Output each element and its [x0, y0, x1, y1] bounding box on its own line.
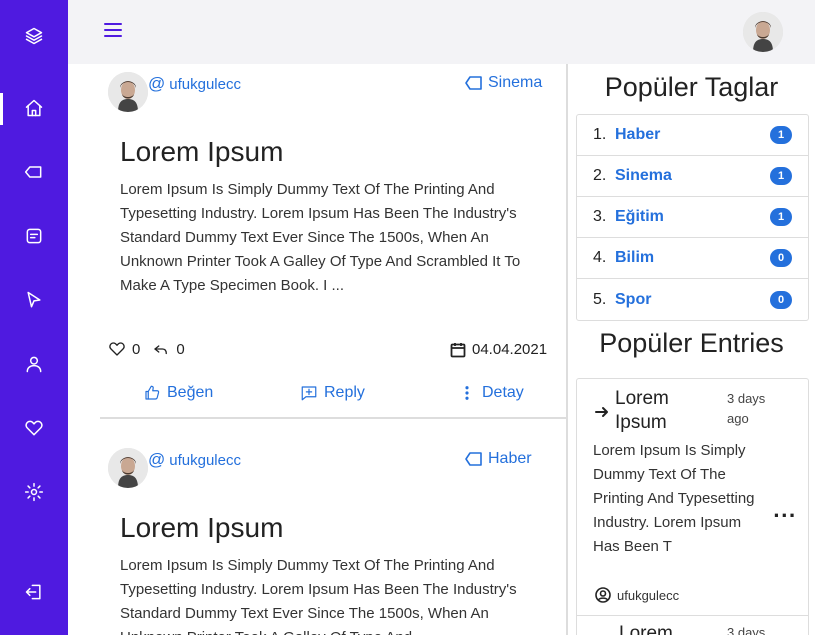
like-label: Beğen [167, 384, 214, 401]
entry-author[interactable]: ufukgulecc [595, 587, 679, 603]
cursor-icon[interactable] [22, 288, 46, 312]
post-divider [100, 417, 566, 419]
logout-icon[interactable] [22, 580, 46, 604]
count-badge: 0 [770, 290, 792, 309]
like-button[interactable]: Beğen [143, 384, 213, 402]
home-icon[interactable] [22, 96, 46, 120]
entry-title-text[interactable]: Lorem Ipsum [615, 387, 715, 435]
layers-icon[interactable] [22, 24, 46, 48]
hamburger-icon[interactable] [102, 19, 124, 41]
rank: 2. [593, 167, 607, 184]
heart-icon[interactable] [108, 340, 126, 358]
list-item[interactable]: 1. Haber 1 [577, 115, 808, 156]
entry-time: 3 days ago [727, 391, 766, 426]
popular-tags-title: Popüler Taglar [604, 72, 779, 102]
tag-name[interactable]: Bilim [615, 249, 770, 267]
post-tag[interactable]: Sinema [465, 74, 542, 92]
count-badge: 1 [770, 167, 792, 185]
count-badge: 1 [770, 126, 792, 144]
count-badge: 1 [770, 208, 792, 226]
reply-arrow-icon [154, 345, 168, 355]
more-options-icon[interactable]: ... [773, 501, 797, 522]
entry-time: 3 days [727, 625, 766, 635]
post-stats: 0 0 [108, 340, 185, 358]
list-item[interactable]: 4. Bilim 0 [577, 238, 808, 279]
count-badge: 0 [770, 249, 792, 267]
sidebar [0, 0, 68, 635]
reply-label: Reply [324, 384, 365, 401]
reply-button[interactable]: Reply [300, 384, 365, 402]
at-icon: @ [148, 74, 166, 93]
post-username[interactable]: @ ufukgulecc [148, 74, 241, 94]
post-date: 04.04.2021 [450, 341, 547, 358]
post-title[interactable]: Lorem Ipsum [120, 512, 283, 544]
tag-icon [465, 76, 482, 90]
entry-body: Lorem Ipsum Is Simply Dummy Text Of The … [593, 442, 755, 555]
tag-icon [465, 452, 482, 466]
rank: 4. [593, 249, 607, 266]
rank: 3. [593, 208, 607, 225]
tag-name[interactable]: Spor [615, 291, 770, 309]
user-icon[interactable] [22, 352, 46, 376]
list-item[interactable]: 3. Eğitim 1 [577, 197, 808, 238]
thumbs-up-icon [145, 385, 160, 400]
list-item[interactable]: 5. Spor 0 [577, 279, 808, 320]
popular-entries-title: Popüler Entries [599, 328, 784, 358]
settings-icon[interactable] [22, 480, 46, 504]
at-icon: @ [148, 450, 166, 469]
username-text[interactable]: ufukgulecc [169, 452, 241, 469]
entry-title[interactable]: Lorem [619, 623, 673, 635]
popular-tags-list: 1. Haber 1 2. Sinema 1 3. Eğitim 1 4. Bi… [576, 114, 809, 321]
popular-entries-list: Lorem Ipsum 3 days ago Lorem Ipsum Is Si… [576, 378, 809, 635]
entry-divider [577, 615, 808, 616]
post-feed: @ ufukgulecc Sinema Lorem Ipsum Lorem Ip… [68, 64, 567, 635]
post-username[interactable]: @ ufukgulecc [148, 450, 241, 470]
user-avatar[interactable] [743, 12, 783, 52]
tag-label[interactable]: Sinema [488, 74, 542, 92]
detail-label: Detay [482, 384, 524, 401]
post-body: Lorem Ipsum Is Simply Dummy Text Of The … [120, 557, 517, 635]
post-tag[interactable]: Haber [465, 450, 532, 468]
detail-button[interactable]: Detay [458, 384, 524, 402]
avatar[interactable] [108, 72, 148, 112]
avatar[interactable] [108, 448, 148, 488]
author-name[interactable]: ufukgulecc [617, 588, 679, 603]
tag-name[interactable]: Sinema [615, 167, 770, 185]
heart-icon[interactable] [22, 416, 46, 440]
calendar-icon [450, 342, 466, 357]
tag-label[interactable]: Haber [488, 450, 532, 468]
reply-count: 0 [176, 340, 185, 358]
more-vertical-icon [465, 386, 469, 400]
list-item[interactable]: 2. Sinema 1 [577, 156, 808, 197]
date-text: 04.04.2021 [472, 341, 548, 358]
tag-icon[interactable] [22, 160, 46, 184]
rank: 5. [593, 290, 607, 308]
add-comment-icon [301, 386, 317, 401]
tag-name[interactable]: Eğitim [615, 208, 770, 226]
right-panel: Popüler Taglar 1. Haber 1 2. Sinema 1 3.… [568, 64, 815, 635]
post-title[interactable]: Lorem Ipsum [120, 136, 283, 168]
document-icon[interactable] [22, 224, 46, 248]
like-count: 0 [132, 340, 141, 358]
username-text[interactable]: ufukgulecc [169, 76, 241, 93]
tag-name[interactable]: Haber [615, 126, 770, 144]
active-indicator [0, 93, 3, 125]
post-body: Lorem Ipsum Is Simply Dummy Text Of The … [120, 181, 521, 294]
topbar [68, 0, 815, 64]
entry-title[interactable]: Lorem Ipsum [595, 387, 715, 435]
rank: 1. [593, 126, 607, 143]
arrow-right-icon [595, 407, 608, 417]
user-circle-icon [595, 587, 611, 603]
